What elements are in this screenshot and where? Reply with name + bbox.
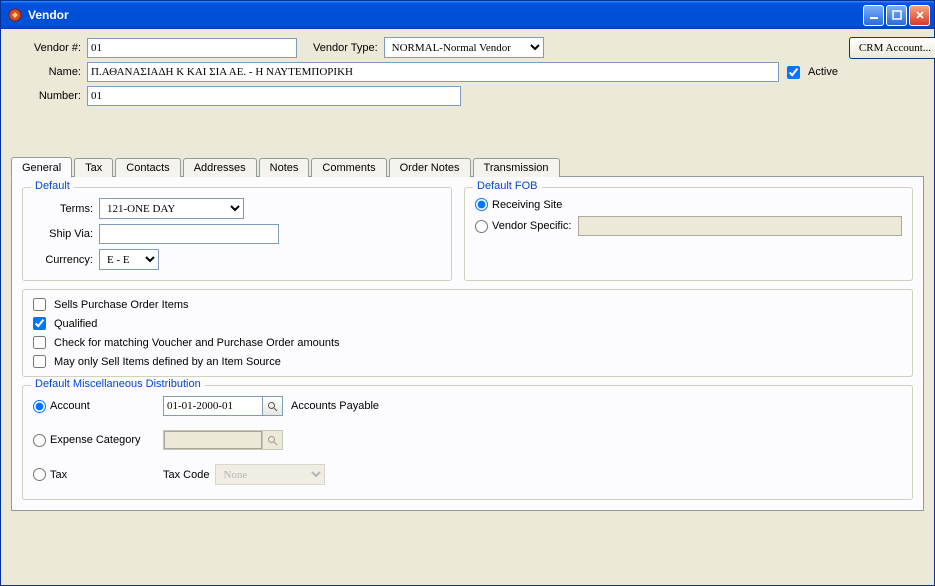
account-radio[interactable] <box>33 400 46 413</box>
tabstrip: General Tax Contacts Addresses Notes Com… <box>11 156 924 177</box>
vendor-type-select[interactable]: NORMAL-Normal Vendor <box>384 37 544 58</box>
minimize-button[interactable] <box>863 5 884 26</box>
expense-category-label: Expense Category <box>50 434 141 446</box>
terms-select[interactable]: 121-ONE DAY <box>99 198 244 219</box>
shipvia-input[interactable] <box>99 224 279 244</box>
tab-order-notes[interactable]: Order Notes <box>389 158 471 177</box>
maximize-button[interactable] <box>886 5 907 26</box>
currency-label: Currency: <box>33 254 93 266</box>
dmd-group: Default Miscellaneous Distribution Accou… <box>22 385 913 500</box>
name-label: Name: <box>11 66 81 78</box>
receiving-site-radio[interactable] <box>475 198 488 211</box>
qualified-checkbox[interactable] <box>33 317 46 330</box>
number-input[interactable] <box>87 86 461 106</box>
default-group: Default Terms: 121-ONE DAY Ship Via: Cur… <box>22 187 452 281</box>
tab-comments[interactable]: Comments <box>311 158 386 177</box>
vendor-num-label: Vendor #: <box>11 42 81 54</box>
terms-label: Terms: <box>33 203 93 215</box>
number-label: Number: <box>11 90 81 102</box>
default-fob-group: Default FOB Receiving Site Vendor Specif… <box>464 187 913 281</box>
tax-radio[interactable] <box>33 468 46 481</box>
currency-select[interactable]: E - E <box>99 249 159 270</box>
window-title: Vendor <box>28 8 863 22</box>
close-button[interactable] <box>909 5 930 26</box>
vendor-specific-label: Vendor Specific: <box>492 220 572 232</box>
sells-po-items-checkbox[interactable] <box>33 298 46 311</box>
titlebar: Vendor <box>1 1 934 29</box>
account-radio-label: Account <box>50 400 90 412</box>
tab-tax[interactable]: Tax <box>74 158 113 177</box>
accounts-payable-label: Accounts Payable <box>291 400 379 412</box>
check-match-checkbox[interactable] <box>33 336 46 349</box>
default-fob-title: Default FOB <box>473 180 542 192</box>
tax-radio-label: Tax <box>50 469 67 481</box>
shipvia-label: Ship Via: <box>33 228 93 240</box>
tax-code-select: None <box>215 464 325 485</box>
qualified-label: Qualified <box>54 318 97 330</box>
flags-group: Sells Purchase Order Items Qualified Che… <box>22 289 913 377</box>
tab-notes[interactable]: Notes <box>259 158 310 177</box>
vendor-type-label: Vendor Type: <box>313 42 378 54</box>
check-match-label: Check for matching Voucher and Purchase … <box>54 337 340 349</box>
tab-addresses[interactable]: Addresses <box>183 158 257 177</box>
expense-input <box>164 431 262 449</box>
vendor-window: Vendor Vendor #: Vendor Type: NORMAL-Nor… <box>0 0 935 586</box>
tax-code-label: Tax Code <box>163 469 209 481</box>
tab-contacts[interactable]: Contacts <box>115 158 180 177</box>
active-checkbox[interactable] <box>787 66 800 79</box>
expense-lookup <box>163 430 283 450</box>
app-icon <box>7 7 23 23</box>
active-label: Active <box>808 66 838 78</box>
sells-po-items-label: Sells Purchase Order Items <box>54 299 189 311</box>
tab-panel-general: Default Terms: 121-ONE DAY Ship Via: Cur… <box>11 176 924 511</box>
tab-general[interactable]: General <box>11 157 72 178</box>
default-group-title: Default <box>31 180 74 192</box>
account-input[interactable] <box>164 397 262 415</box>
receiving-site-label: Receiving Site <box>492 199 562 211</box>
name-input[interactable] <box>87 62 779 82</box>
account-lookup[interactable] <box>163 396 283 416</box>
vendor-specific-input <box>578 216 903 236</box>
search-icon <box>262 431 282 449</box>
tab-transmission[interactable]: Transmission <box>473 158 560 177</box>
vendor-specific-radio[interactable] <box>475 220 488 233</box>
may-only-sell-label: May only Sell Items defined by an Item S… <box>54 356 281 368</box>
search-icon[interactable] <box>262 397 282 415</box>
vendor-num-input[interactable] <box>87 38 297 58</box>
crm-account-button[interactable]: CRM Account... <box>849 37 935 59</box>
expense-category-radio[interactable] <box>33 434 46 447</box>
may-only-sell-checkbox[interactable] <box>33 355 46 368</box>
dmd-title: Default Miscellaneous Distribution <box>31 378 205 390</box>
